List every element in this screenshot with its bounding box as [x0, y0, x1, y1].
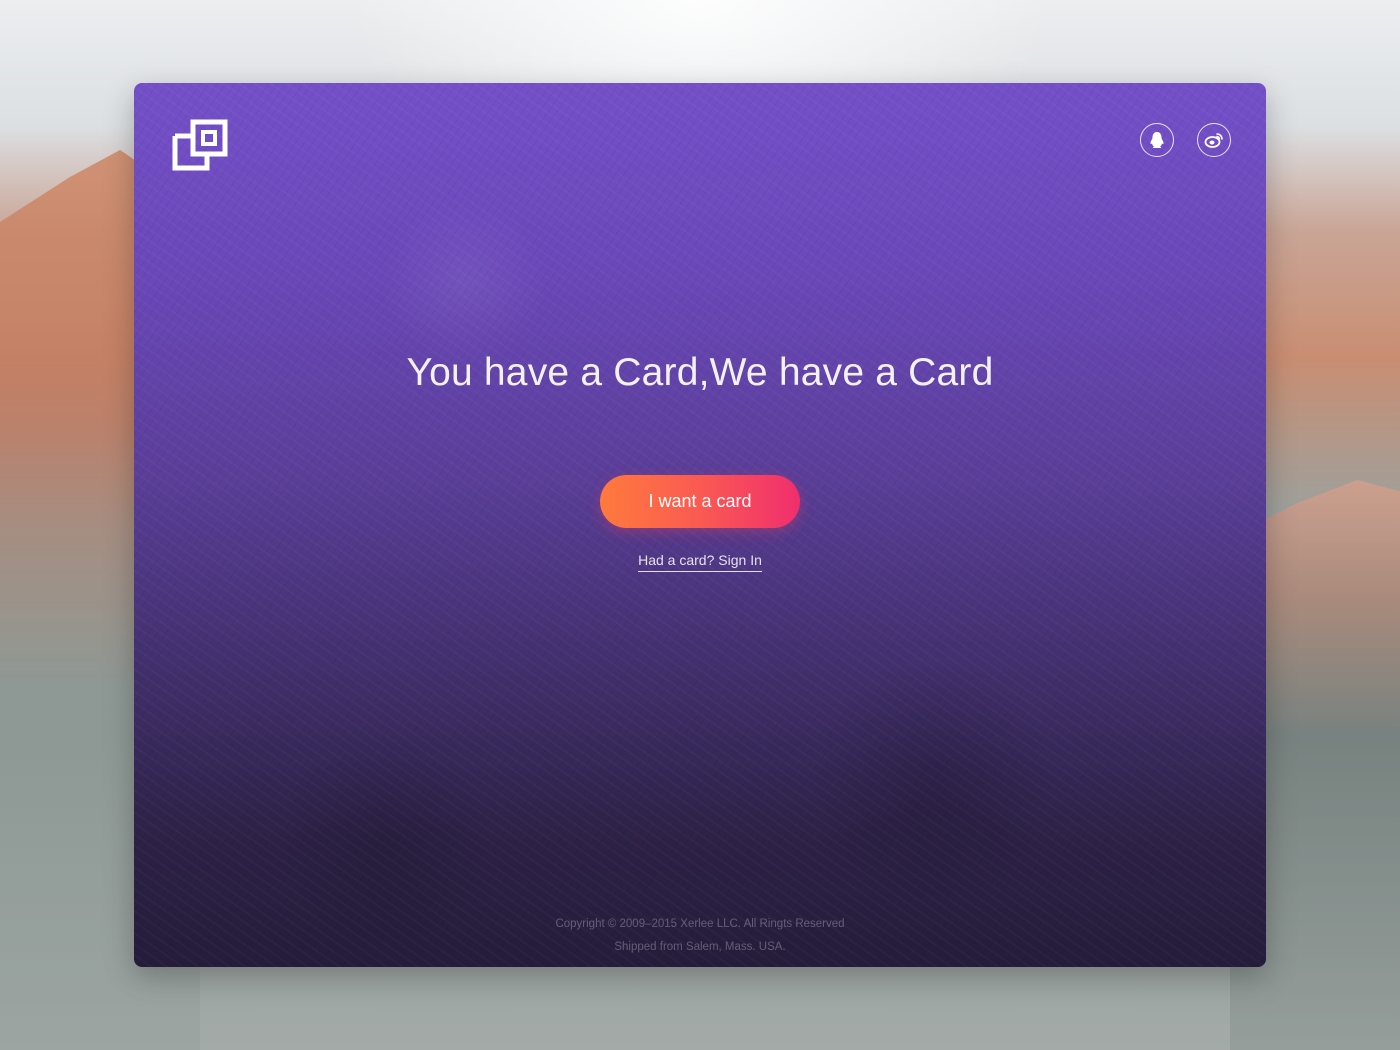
weibo-login-button[interactable]	[1197, 123, 1231, 157]
sign-in-prompt: Had a card? Sign In	[134, 552, 1266, 572]
hero-headline: You have a Card,We have a Card	[406, 351, 994, 394]
i-want-a-card-button[interactable]: I want a card	[600, 475, 800, 528]
footer: Copyright © 2009–2015 Xerlee LLC. All Ri…	[134, 913, 1266, 959]
qq-login-button[interactable]	[1140, 123, 1174, 157]
weibo-icon	[1204, 133, 1223, 148]
sign-in-link[interactable]: Had a card? Sign In	[638, 552, 762, 572]
location-text: Shipped from Salem, Mass. USA.	[614, 941, 786, 953]
sign-in-question: Had a card?	[638, 552, 715, 568]
overlapping-squares-logo-icon[interactable]	[171, 118, 229, 172]
landing-card: You have a Card,We have a Card I want a …	[134, 83, 1266, 967]
qq-penguin-icon	[1150, 132, 1164, 148]
copyright-text: Copyright © 2009–2015 Xerlee LLC. All Ri…	[555, 918, 845, 930]
sign-in-label: Sign In	[718, 552, 762, 568]
